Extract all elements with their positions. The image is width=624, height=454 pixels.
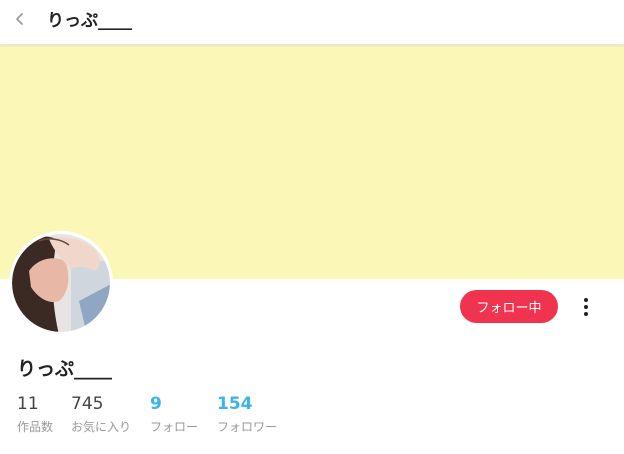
- back-button[interactable]: [6, 6, 34, 34]
- avatar[interactable]: [9, 231, 113, 335]
- page-title: りっぷ____: [47, 11, 132, 31]
- stat-works: 11 作品数: [17, 394, 53, 434]
- stat-favorites-count: 745: [71, 394, 104, 414]
- stat-followers-count: 154: [217, 394, 253, 414]
- stat-following-label: フォロー: [150, 420, 199, 434]
- profile-page: りっぷ____ フォロー中 りっぷ____ 11 作品数 745 お気に入り 9…: [0, 0, 624, 454]
- stat-favorites: 745 お気に入り: [71, 394, 131, 434]
- following-button[interactable]: フォロー中: [460, 290, 558, 323]
- stat-followers-label: フォロワー: [217, 420, 278, 434]
- stat-works-count: 11: [17, 394, 39, 414]
- stat-following-count: 9: [150, 394, 162, 414]
- more-options-button[interactable]: [574, 294, 598, 320]
- chevron-left-icon: [13, 11, 27, 30]
- more-vertical-icon: [584, 298, 588, 316]
- stat-favorites-label: お気に入り: [71, 420, 132, 434]
- top-bar: りっぷ____: [0, 0, 624, 45]
- stat-followers[interactable]: 154 フォロワー: [217, 394, 277, 434]
- profile-name: りっぷ____: [17, 358, 113, 380]
- stat-following[interactable]: 9 フォロー: [150, 394, 198, 434]
- stat-works-label: 作品数: [17, 420, 54, 434]
